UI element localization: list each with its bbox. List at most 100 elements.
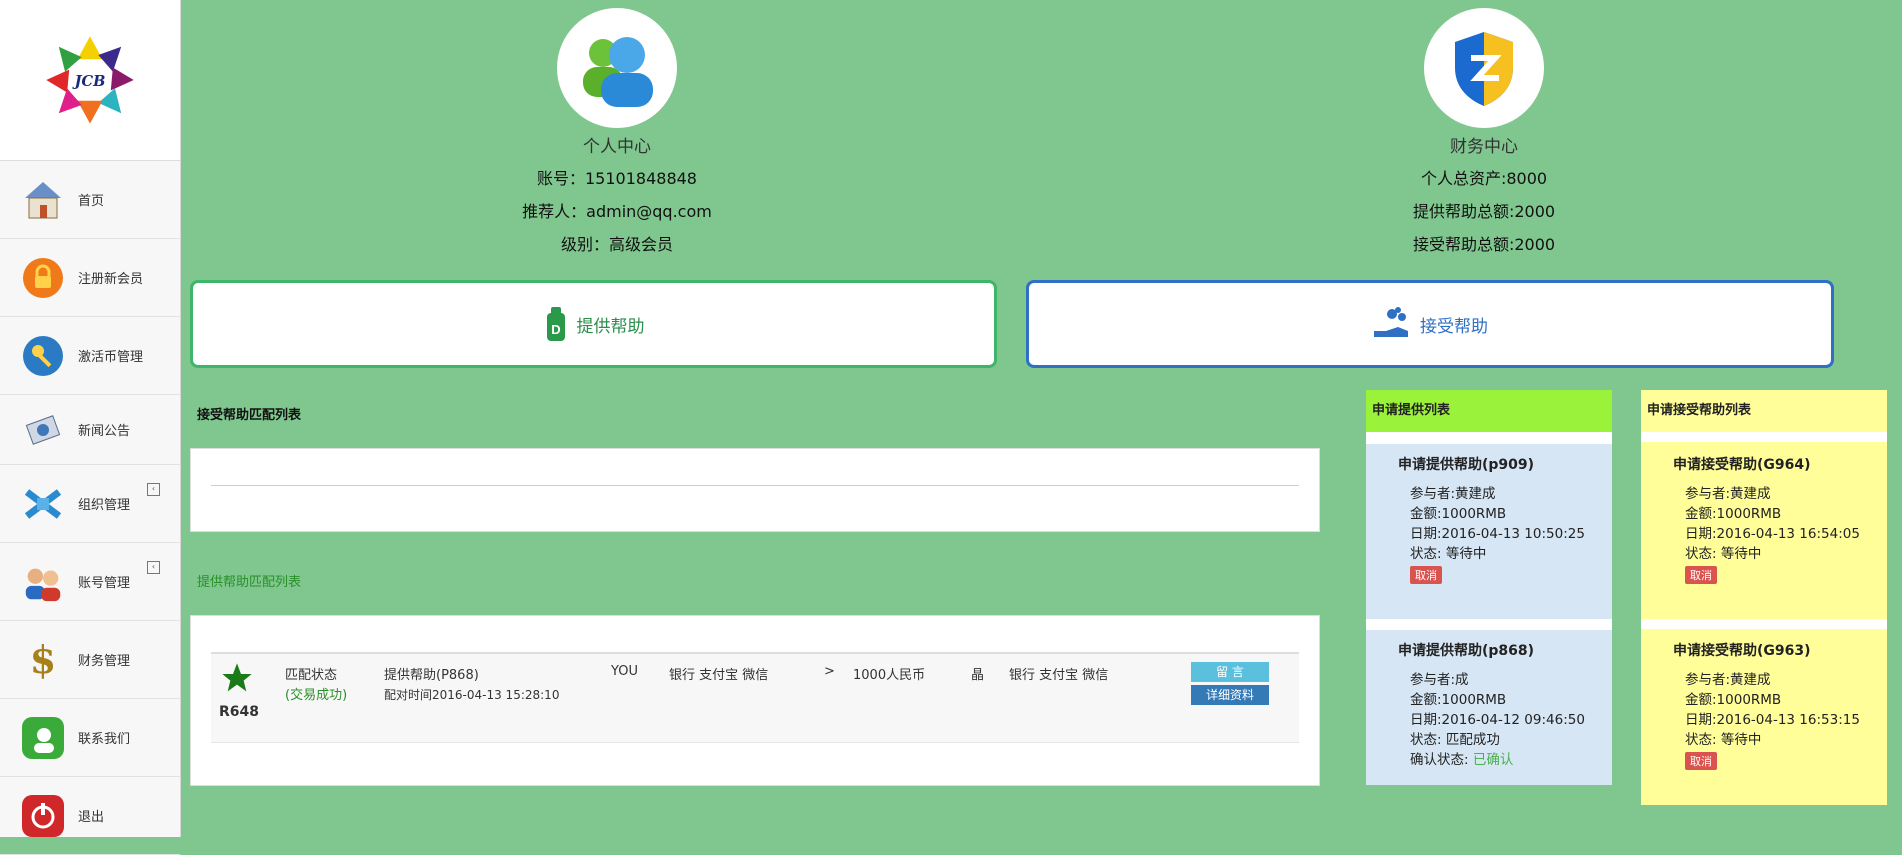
match-status-value: (交易成功) xyxy=(285,688,348,703)
personal-center-avatar[interactable] xyxy=(557,8,677,128)
nav-account[interactable]: 账号管理 ‹ xyxy=(0,543,180,621)
nav-finance[interactable]: $ 财务管理 xyxy=(0,621,180,699)
card-amount: 金额:1000RMB xyxy=(1685,692,1782,708)
dollar-icon: $ xyxy=(29,637,57,682)
list-item: 申请接受帮助(G964) 参与者:黄建成 金额:1000RMB 日期:2016-… xyxy=(1641,444,1887,619)
provide-list-title: 申请提供列表 xyxy=(1366,390,1612,432)
nav-finance-label: 财务管理 xyxy=(78,654,131,669)
card-title: 申请接受帮助(G964) xyxy=(1673,457,1811,473)
svg-text:JCB: JCB xyxy=(72,73,106,90)
provide-match-panel: R648 匹配状态 (交易成功) 提供帮助(P868) 配对时间2016-04-… xyxy=(190,615,1320,786)
card-title: 申请接受帮助(G963) xyxy=(1673,643,1811,659)
card-amount: 金额:1000RMB xyxy=(1685,506,1782,522)
list-item: 申请接受帮助(G963) 参与者:黄建成 金额:1000RMB 日期:2016-… xyxy=(1641,630,1887,800)
receive-match-panel xyxy=(190,448,1320,532)
total-assets: 个人总资产:8000 xyxy=(1420,169,1548,188)
cancel-button[interactable]: 取消 xyxy=(1685,566,1717,584)
nav-organization[interactable]: 组织管理 ‹ xyxy=(0,465,180,543)
cancel-button[interactable]: 取消 xyxy=(1685,752,1717,770)
match-code: R648 xyxy=(219,704,260,720)
receive-help-label: 接受帮助 xyxy=(1420,316,1488,337)
card-title: 申请提供帮助(p909) xyxy=(1398,457,1535,473)
match-from: YOU xyxy=(611,664,638,679)
divider xyxy=(1641,432,1887,442)
sidebar: JCB 首页 注册新会员 激活币管理 新闻公告 组织管理 ‹ 账号管理 ‹ $ … xyxy=(0,0,181,855)
match-to: 晶 xyxy=(971,668,985,683)
collapse-icon[interactable]: ‹ xyxy=(147,561,160,574)
finance-center: 财务中心 个人总资产:8000 提供帮助总额:2000 接受帮助总额:2000 xyxy=(1334,8,1634,255)
match-status-label: 匹配状态 xyxy=(285,668,338,683)
nav-organization-label: 组织管理 xyxy=(78,498,131,513)
card-status: 状态: 等待中 xyxy=(1685,732,1762,748)
provide-help-label: 提供帮助 xyxy=(576,316,645,337)
users-icon xyxy=(583,37,653,107)
card-status: 状态: 匹配成功 xyxy=(1410,732,1500,748)
list-item: 申请提供帮助(p868) 参与者:成 金额:1000RMB 日期:2016-04… xyxy=(1366,630,1612,785)
nav-logout[interactable]: 退出 xyxy=(0,777,180,855)
nav-logout-label: 退出 xyxy=(78,810,105,825)
message-button[interactable]: 留 言 xyxy=(1191,662,1269,682)
nav-activation[interactable]: 激活币管理 xyxy=(0,317,180,395)
key-icon xyxy=(20,333,66,379)
card-participant: 参与者:黄建成 xyxy=(1685,486,1771,502)
card-date: 日期:2016-04-13 10:50:25 xyxy=(1410,526,1585,542)
nav-register[interactable]: 注册新会员 xyxy=(0,239,180,317)
receive-list: 申请接受帮助列表 申请接受帮助(G964) 参与者:黄建成 金额:1000RMB… xyxy=(1641,390,1887,805)
detail-button[interactable]: 详细资料 xyxy=(1191,685,1269,705)
logo[interactable]: JCB xyxy=(0,0,180,161)
nav-contact-label: 联系我们 xyxy=(78,732,131,747)
card-amount: 金额:1000RMB xyxy=(1410,506,1507,522)
money-jar-icon: D xyxy=(543,305,569,343)
finance-center-avatar[interactable] xyxy=(1424,8,1544,128)
users-icon xyxy=(20,559,66,605)
card-participant: 参与者:黄建成 xyxy=(1685,672,1771,688)
referrer: 推荐人：admin@qq.com xyxy=(522,202,712,221)
receive-help-button[interactable]: 接受帮助 xyxy=(1026,280,1834,368)
provide-help-button[interactable]: D 提供帮助 xyxy=(190,280,997,368)
star-icon xyxy=(221,662,253,698)
finance-center-title[interactable]: 财务中心 xyxy=(1334,132,1634,157)
receive-total: 接受帮助总额:2000 xyxy=(1412,235,1556,254)
lock-icon xyxy=(20,255,66,301)
match-name: 提供帮助(P868) xyxy=(384,668,479,683)
card-participant: 参与者:成 xyxy=(1410,672,1469,688)
shield-icon xyxy=(1455,32,1513,106)
card-status: 状态: 等待中 xyxy=(1685,546,1762,562)
provide-list: 申请提供列表 申请提供帮助(p909) 参与者:黄建成 金额:1000RMB 日… xyxy=(1366,390,1612,785)
match-time: 配对时间2016-04-13 15:28:10 xyxy=(384,688,560,702)
home-icon xyxy=(20,177,66,223)
receive-list-title: 申请接受帮助列表 xyxy=(1647,403,1752,418)
svg-text:D: D xyxy=(551,322,560,337)
news-icon xyxy=(20,407,66,453)
nav-register-label: 注册新会员 xyxy=(78,272,144,287)
card-participant: 参与者:黄建成 xyxy=(1410,486,1496,502)
confirm-value: 已确认 xyxy=(1472,752,1514,768)
nav-home-label: 首页 xyxy=(78,194,105,209)
nav-contact[interactable]: 联系我们 xyxy=(0,699,180,777)
nav-news[interactable]: 新闻公告 xyxy=(0,395,180,465)
provide-total: 提供帮助总额:2000 xyxy=(1412,202,1556,221)
divider xyxy=(211,485,1299,486)
personal-center: 个人中心 账号：15101848848 推荐人：admin@qq.com 级别：… xyxy=(467,8,767,255)
personal-center-title[interactable]: 个人中心 xyxy=(467,132,767,157)
nav-home[interactable]: 首页 xyxy=(0,161,180,239)
card-confirm: 确认状态: 已确认 xyxy=(1398,750,1612,770)
divider xyxy=(1641,619,1887,629)
hand-coins-icon xyxy=(1372,307,1412,341)
match-arrow: > xyxy=(824,664,835,679)
member-level: 级别：高级会员 xyxy=(560,235,673,254)
cancel-button[interactable]: 取消 xyxy=(1410,566,1442,584)
provide-match-title: 提供帮助匹配列表 xyxy=(197,575,302,590)
match-amount: 1000人民币 xyxy=(853,668,926,683)
collapse-icon[interactable]: ‹ xyxy=(147,483,160,496)
receive-match-title: 接受帮助匹配列表 xyxy=(197,408,302,423)
nav-account-label: 账号管理 xyxy=(78,576,131,591)
table-row: R648 匹配状态 (交易成功) 提供帮助(P868) 配对时间2016-04-… xyxy=(211,652,1299,743)
match-to-methods: 银行 支付宝 微信 xyxy=(1009,668,1109,683)
account-number: 账号：15101848848 xyxy=(537,169,697,188)
network-icon xyxy=(20,481,66,527)
power-icon xyxy=(20,793,66,839)
list-item: 申请提供帮助(p909) 参与者:黄建成 金额:1000RMB 日期:2016-… xyxy=(1366,444,1612,619)
confirm-label: 确认状态: xyxy=(1410,752,1469,768)
card-date: 日期:2016-04-13 16:53:15 xyxy=(1685,712,1860,728)
